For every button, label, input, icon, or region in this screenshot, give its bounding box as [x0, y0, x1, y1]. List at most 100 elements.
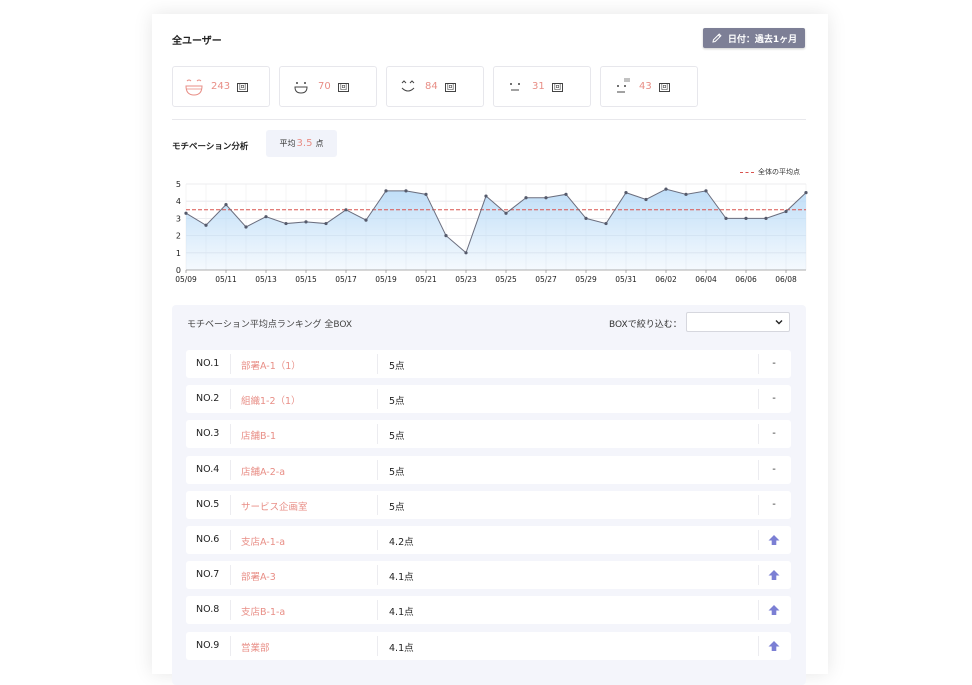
date-range-button[interactable]: 日付：過去1ヶ月 — [703, 28, 805, 48]
box-name-link[interactable]: 部署A-1（1） — [241, 358, 301, 372]
trend-none: - — [772, 428, 776, 440]
data-point — [724, 216, 728, 220]
column-divider — [377, 530, 378, 550]
column-divider — [758, 530, 759, 550]
average-chip: 平均 3.5 点 — [266, 130, 337, 157]
x-tick-label: 05/19 — [375, 275, 397, 284]
mood-card-neutral[interactable]: 31 回 — [493, 66, 591, 107]
ranking-row[interactable]: NO.2 組織1-2（1） 5点 - — [186, 385, 791, 414]
box-name-link[interactable]: 店舗B-1 — [241, 428, 276, 442]
rank-number: NO.7 — [196, 569, 220, 581]
data-point — [644, 197, 648, 202]
box-name-link[interactable]: 営業部 — [241, 640, 270, 654]
ranking-row[interactable]: NO.5 サービス企画室 5点 - — [186, 490, 791, 519]
mood-unit: 回 — [445, 83, 456, 92]
data-point — [764, 216, 768, 220]
column-divider — [758, 600, 759, 621]
x-tick-label: 06/02 — [655, 275, 677, 284]
average-suffix: 点 — [315, 139, 324, 148]
data-point — [664, 187, 668, 191]
ranking-row[interactable]: NO.3 店舗B-1 5点 - — [186, 420, 791, 449]
column-divider — [377, 600, 378, 621]
column-divider — [377, 494, 378, 515]
column-divider — [230, 530, 231, 550]
data-point — [504, 211, 508, 215]
x-tick-label: 05/13 — [255, 275, 277, 284]
mood-unit: 回 — [237, 83, 248, 92]
box-name-link[interactable]: 部署A-3 — [241, 569, 276, 583]
ranking-row[interactable]: NO.9 営業部 4.1点 — [186, 631, 791, 660]
data-point — [704, 189, 708, 193]
trend-none: - — [772, 358, 776, 369]
ranking-row[interactable]: NO.1 部署A-1（1） 5点 - — [186, 350, 791, 378]
column-divider — [377, 565, 378, 586]
box-filter-select[interactable] — [686, 312, 790, 332]
x-tick-label: 05/21 — [415, 275, 437, 284]
box-name-link[interactable]: 組織1-2（1） — [241, 393, 301, 407]
rank-number: NO.6 — [196, 534, 220, 545]
ranking-row[interactable]: NO.4 店舗A-2-a 5点 - — [186, 455, 791, 484]
trend-none: - — [772, 393, 776, 405]
section-divider — [172, 119, 806, 120]
ranking-row[interactable]: NO.8 支店B-1-a 4.1点 — [186, 596, 791, 625]
x-tick-label: 06/06 — [735, 275, 757, 284]
data-point — [604, 221, 608, 226]
ranking-title: モチベーション平均点ランキング 全BOX — [187, 320, 353, 330]
neutral-face-icon — [510, 83, 520, 91]
mood-card-very-happy[interactable]: 243 回 — [172, 66, 270, 107]
happy-face-icon — [294, 82, 308, 94]
rank-number: NO.1 — [196, 358, 220, 369]
rank-number: NO.9 — [196, 639, 220, 651]
smile-face-icon — [401, 80, 415, 92]
data-point — [264, 215, 268, 219]
average-score: 5点 — [389, 431, 405, 443]
x-tick-label: 05/11 — [215, 275, 237, 284]
box-name-link[interactable]: 支店B-1-a — [241, 604, 285, 618]
ranking-section: モチベーション平均点ランキング 全BOX BOXで絞り込む： NO.1 部署A-1… — [172, 305, 806, 685]
column-divider — [377, 389, 378, 410]
data-point — [544, 196, 548, 200]
data-point — [244, 225, 248, 229]
average-score: 5点 — [389, 501, 405, 513]
trend-none: - — [772, 463, 776, 475]
mood-count: 31 — [532, 81, 545, 92]
data-point — [184, 211, 188, 215]
rank-number: NO.2 — [196, 393, 220, 405]
motivation-line-chart: 0 1 2 3 4 5 05/09 05/11 05/13 05/15 05/17 05/19 05/2… — [175, 180, 808, 284]
ranking-row[interactable]: NO.7 部署A-3 4.1点 — [186, 561, 791, 590]
x-tick-label: 05/09 — [175, 275, 197, 284]
column-divider — [230, 459, 231, 480]
column-divider — [758, 494, 759, 515]
legend-dash-line — [740, 171, 754, 173]
box-name-link[interactable]: 支店A-1-a — [241, 534, 285, 548]
x-tick-label: 05/27 — [535, 275, 557, 284]
mood-card-sad[interactable]: 43 回 — [600, 66, 698, 107]
mood-card-happy[interactable]: 70 回 — [279, 66, 377, 107]
average-score: 4.1点 — [389, 607, 414, 619]
box-name-link[interactable]: 店舗A-2-a — [241, 464, 285, 478]
average-score: 4.1点 — [389, 642, 414, 654]
page-title: 全ユーザー — [172, 36, 222, 47]
column-divider — [230, 494, 231, 515]
y-tick-label: 1 — [176, 249, 181, 258]
column-divider — [758, 354, 759, 374]
x-tick-label: 05/29 — [575, 275, 597, 284]
data-point — [784, 209, 788, 214]
average-prefix: 平均 — [279, 139, 296, 148]
y-tick-label: 4 — [176, 197, 181, 206]
data-point — [564, 192, 568, 196]
average-score: 4.1点 — [389, 572, 414, 584]
mood-card-smile[interactable]: 84 回 — [386, 66, 484, 107]
mood-unit: 回 — [338, 83, 349, 92]
data-point — [344, 208, 348, 212]
mood-unit: 回 — [552, 83, 563, 92]
ranking-row[interactable]: NO.6 支店A-1-a 4.2点 — [186, 526, 791, 554]
motivation-label: モチベーション分析 — [172, 142, 249, 152]
rank-number: NO.5 — [196, 498, 220, 510]
data-point — [684, 192, 688, 196]
box-name-link[interactable]: サービス企画室 — [241, 499, 308, 513]
x-tick-label: 06/08 — [775, 275, 797, 284]
column-divider — [758, 389, 759, 410]
data-point — [224, 203, 228, 207]
arrow-up-icon — [763, 567, 785, 583]
